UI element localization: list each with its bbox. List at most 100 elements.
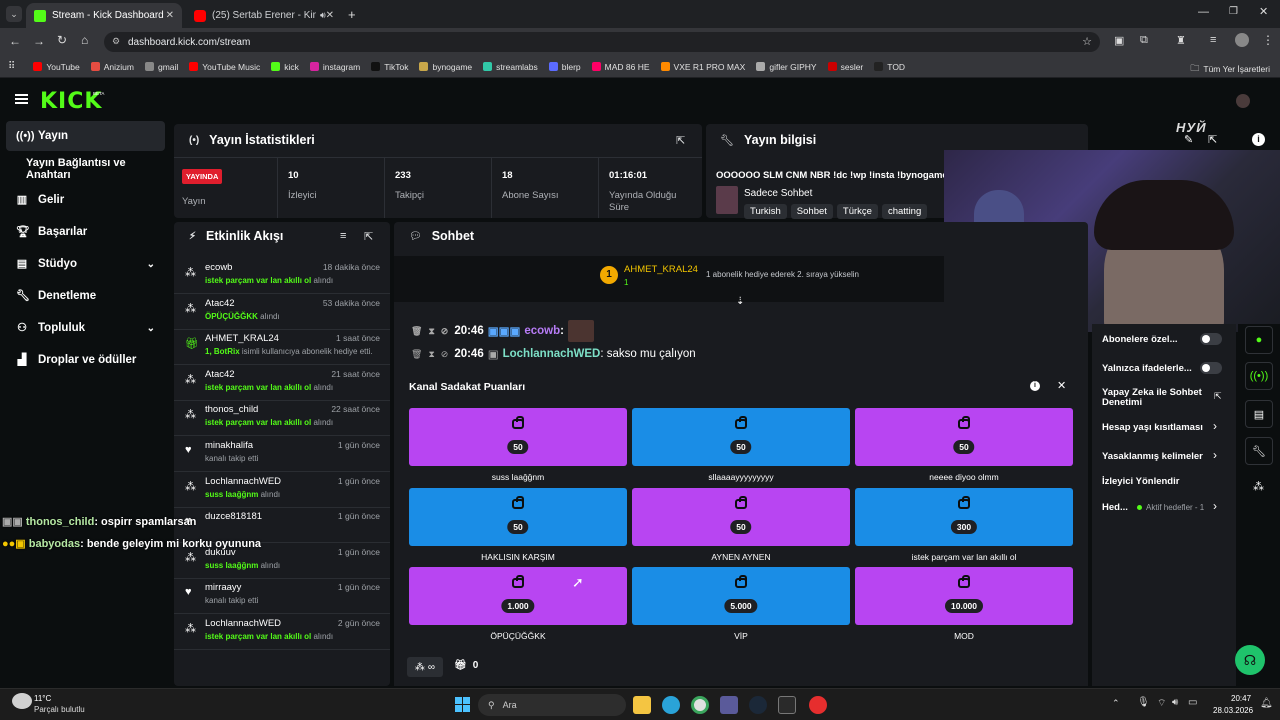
user-avatar[interactable] (1236, 94, 1250, 108)
emotes-only-toggle[interactable] (1200, 362, 1222, 374)
store-icon[interactable] (720, 696, 738, 714)
close-icon[interactable]: ✕ (1057, 379, 1066, 392)
restore-icon[interactable]: ❐ (1229, 6, 1238, 17)
bookmark-item[interactable]: kick (271, 62, 299, 72)
reward-card[interactable]: 50 (409, 408, 627, 466)
bookmark-item[interactable]: YouTube (33, 62, 80, 72)
microphone-icon[interactable]: 🎙︎ (1137, 697, 1150, 708)
bookmark-star-icon[interactable]: ☆ (1082, 35, 1092, 48)
battery-icon[interactable]: ▭ (1188, 697, 1197, 708)
bookmark-item[interactable]: TikTok (371, 62, 408, 72)
close-tab-icon[interactable]: ✕ (166, 10, 174, 21)
reward-card[interactable]: 5.000 (632, 567, 850, 625)
setting-account-age[interactable]: Hesap yaşı kısıtlaması (1102, 422, 1203, 433)
back-icon[interactable]: ← (9, 34, 21, 48)
hamburger-menu-icon[interactable] (15, 94, 28, 104)
popout-icon[interactable]: ⇱ (364, 230, 373, 243)
timeout-icon[interactable]: ⧗ (428, 349, 434, 360)
sidebar-item-denetleme[interactable]: 🔧︎ Denetleme (6, 281, 165, 311)
all-bookmarks[interactable]: 🗀 Tüm Yer İşaretleri (1190, 61, 1270, 77)
reward-card[interactable]: 50 (855, 408, 1073, 466)
site-info-icon[interactable]: ⚙ (112, 36, 120, 47)
points-infinite-toggle[interactable]: ⁂ ∞ (407, 657, 443, 677)
bookmark-item[interactable]: instagram (309, 62, 360, 72)
rail-studio-button[interactable]: ▤ (1245, 400, 1273, 428)
bookmark-item[interactable]: TOD (874, 62, 905, 72)
bookmark-item[interactable]: gifler GIPHY (756, 62, 817, 72)
sidebar-item-topluluk[interactable]: ⚇ Topluluk ⌄ (6, 313, 165, 343)
new-tab-icon[interactable]: + (348, 7, 356, 22)
popout-icon[interactable]: ⇱ (676, 134, 685, 147)
media-control-icon[interactable]: ≡ (1210, 34, 1216, 46)
bookmark-item[interactable]: blerp (548, 62, 581, 72)
clock-date[interactable]: 28.03.2026 (1213, 706, 1253, 715)
activity-item[interactable]: ⁂ thonos_child 22 saat önce istek parçam va… (174, 400, 390, 437)
ban-icon[interactable]: ⊘ (441, 326, 449, 337)
edit-icon[interactable]: ✎ (1184, 133, 1193, 146)
forward-icon[interactable]: → (33, 34, 45, 48)
filter-icon[interactable]: ≡ (340, 230, 346, 242)
sidebar-item-stream-key[interactable]: Yayın Bağlantısı ve Anahtarı (6, 154, 165, 184)
steam-icon[interactable] (749, 696, 767, 714)
windows-start-icon[interactable] (455, 697, 470, 712)
delete-icon[interactable]: 🗑︎ (411, 326, 422, 337)
sidebar-item-gelir[interactable]: ▥ Gelir (6, 185, 165, 215)
sidebar-item-studyo[interactable]: ▤ Stüdyo ⌄ (6, 249, 165, 279)
rail-points-icon[interactable]: ⁂ (1253, 480, 1264, 493)
bookmark-item[interactable]: gmail (144, 62, 178, 72)
activity-item[interactable]: 🎁︎ AHMET_KRAL24 1 saat önce 1, BotRix isiml… (174, 329, 390, 366)
activity-item[interactable]: ♥ mirraayy 1 gün önce kanalı takip etti (174, 578, 390, 615)
browser-menu-icon[interactable]: ⋮ (1262, 33, 1274, 47)
subscribers-only-toggle[interactable] (1200, 333, 1222, 345)
info-icon[interactable]: i (1252, 133, 1265, 146)
reward-card[interactable]: 50 (632, 487, 850, 546)
delete-icon[interactable]: 🗑︎ (411, 349, 422, 360)
setting-ai-moderation[interactable]: Yapay Zeka ile Sohbet Denetimi (1102, 388, 1202, 408)
profile-avatar[interactable] (1235, 33, 1249, 47)
external-link-icon[interactable]: ⇱ (1214, 391, 1222, 402)
obs-app-icon[interactable] (809, 696, 827, 714)
chevron-right-icon[interactable]: › (1213, 448, 1217, 462)
rail-chat-button[interactable]: ● (1245, 326, 1273, 354)
reward-card[interactable]: 300 (855, 487, 1073, 546)
tab-youtube[interactable]: (25) Sertab Erener - Kime D 🔊︎ ✕ (186, 3, 342, 28)
bookmark-item[interactable]: sesler (827, 62, 863, 72)
tab-kick-dashboard[interactable]: Stream - Kick Dashboard ✕ (26, 3, 182, 28)
activity-item[interactable]: ⁂ Atac42 21 saat önce istek parçam var lan … (174, 365, 390, 401)
volume-icon[interactable]: 🔊︎ (1172, 697, 1178, 708)
tab-search-button[interactable]: ⌄ (6, 6, 22, 22)
file-explorer-icon[interactable] (633, 696, 651, 714)
close-tab-icon[interactable]: ✕ (326, 10, 334, 21)
setting-goals[interactable]: Hed... (1102, 502, 1128, 513)
extension-2-icon[interactable]: ♜ (1176, 34, 1186, 47)
apps-grid-icon[interactable]: ⠿ (8, 61, 15, 72)
taskbar-search[interactable]: ⚲ Ara (478, 694, 626, 716)
epic-games-icon[interactable] (778, 696, 796, 714)
reload-icon[interactable]: ↻ (57, 33, 67, 47)
sidebar-item-yayin[interactable]: ((•)) Yayın (6, 121, 165, 151)
reward-card[interactable]: 10.000 (855, 567, 1073, 625)
chat-username[interactable]: ecowb (524, 325, 560, 337)
setting-banned-words[interactable]: Yasaklanmış kelimeler (1102, 451, 1203, 462)
top-gifter-name[interactable]: AHMET_KRAL24 (624, 264, 698, 275)
bookmark-item[interactable]: Anizium (90, 62, 134, 72)
activity-item[interactable]: ⁂ ecowb 18 dakika önce istek parçam var lan… (174, 258, 390, 294)
setting-raid[interactable]: İzleyici Yönlendir (1102, 476, 1179, 487)
activity-item[interactable]: ♥ minakhalifa 1 gün önce kanalı takip etti (174, 436, 390, 472)
setting-subscribers-only[interactable]: Abonelere özel... (1102, 334, 1178, 345)
setting-emotes-only[interactable]: Yalnızca ifadelerle... (1102, 363, 1192, 374)
chevron-right-icon[interactable]: › (1213, 419, 1217, 433)
sidebar-item-droplar[interactable]: ▟ Droplar ve ödüller (6, 345, 165, 375)
reward-card[interactable]: 50 (632, 408, 850, 466)
popout-icon[interactable]: ⇱ (1208, 133, 1217, 146)
minimize-icon[interactable]: — (1198, 6, 1209, 18)
bookmark-item[interactable]: YouTube Music (189, 62, 260, 72)
ban-icon[interactable]: ⊘ (441, 349, 449, 360)
reward-card[interactable]: 1.000 (409, 567, 627, 625)
address-bar[interactable]: ⚙ dashboard.kick.com/stream ☆ (104, 32, 1100, 52)
timeout-icon[interactable]: ⧗ (428, 326, 434, 337)
activity-item[interactable]: ⁂ LochlannachWED 1 gün önce suss laağğnm al… (174, 472, 390, 508)
extension-1-icon[interactable]: ▣ (1114, 34, 1124, 47)
scroll-down-icon[interactable]: ⇣ (736, 296, 744, 307)
bookmark-item[interactable]: MAD 86 HE (591, 62, 650, 72)
